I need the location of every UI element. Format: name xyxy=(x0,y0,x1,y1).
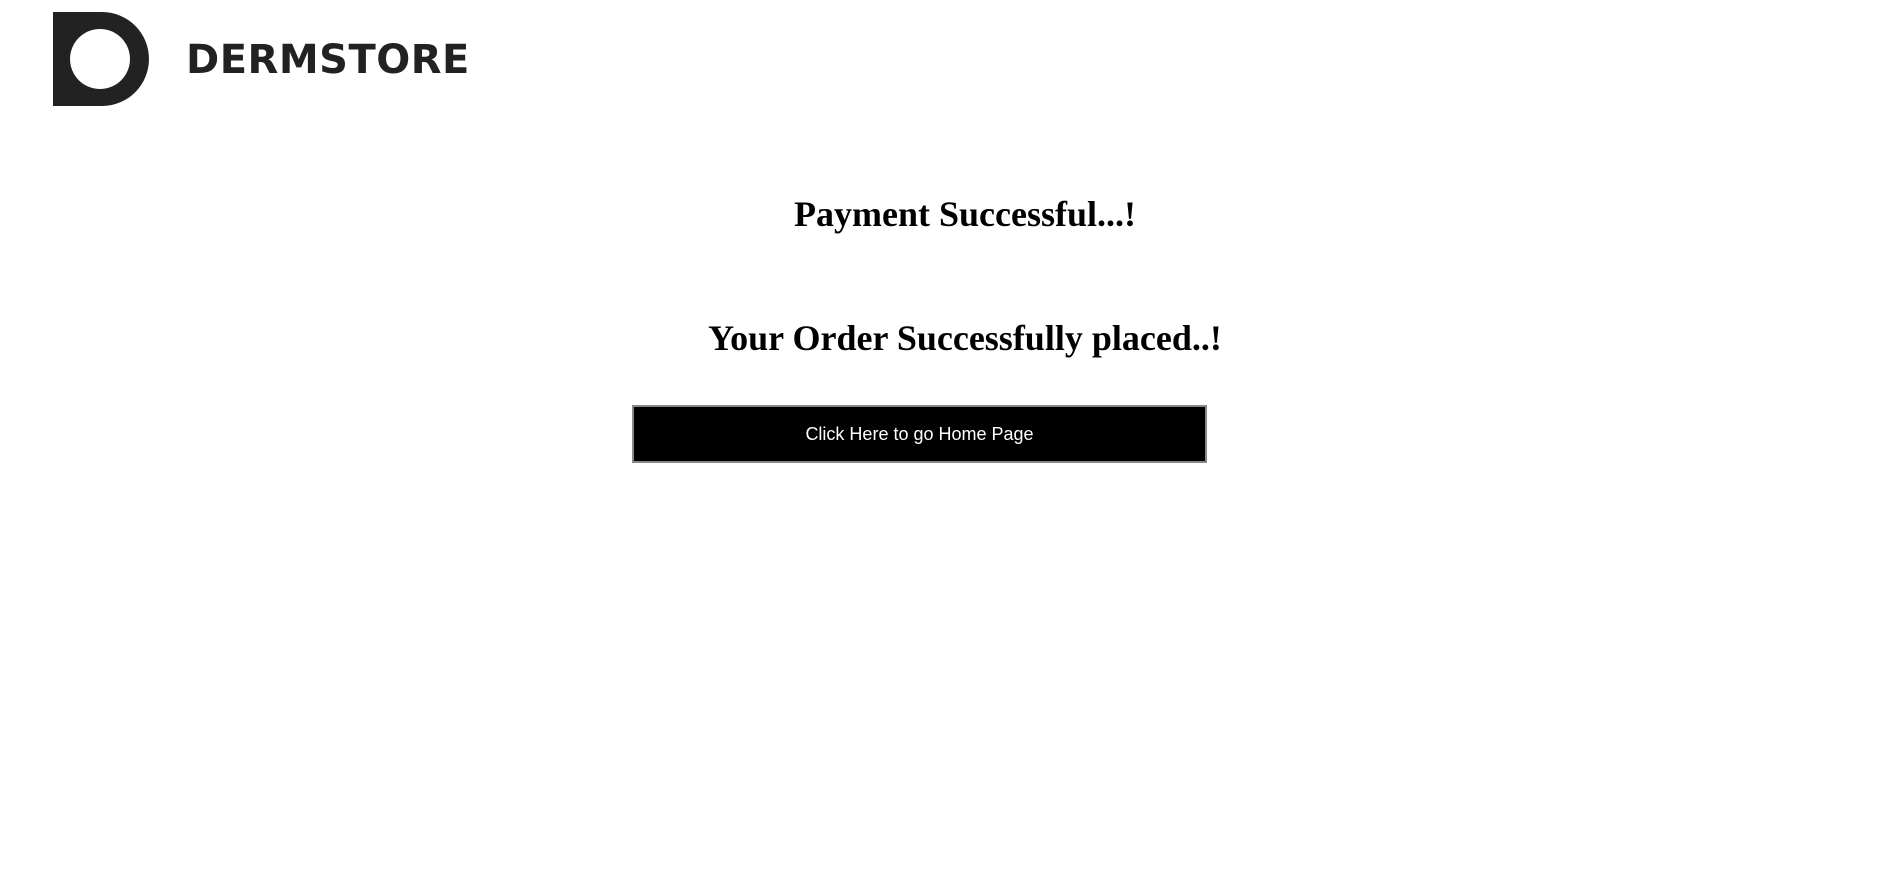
dermstore-logo[interactable]: DERMSTORE xyxy=(53,12,470,106)
go-home-button[interactable]: Click Here to go Home Page xyxy=(632,405,1207,463)
payment-success-title: Payment Successful...! xyxy=(794,194,1136,234)
order-success-message: Your Order Successfully placed..! xyxy=(708,318,1222,358)
logo-text: DERMSTORE xyxy=(186,37,470,83)
dermstore-d-logo-icon xyxy=(53,12,149,106)
page: DERMSTORE Payment Successful...! Your Or… xyxy=(0,0,1903,878)
